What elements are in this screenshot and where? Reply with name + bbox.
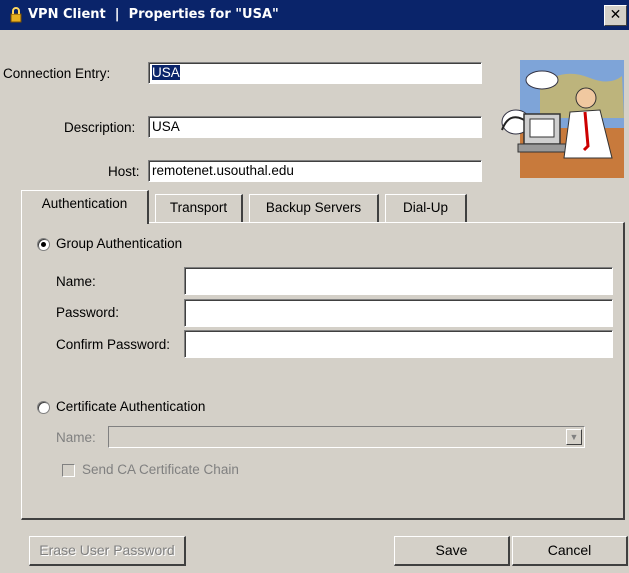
- save-button-label: Save: [435, 542, 468, 558]
- erase-button-label: Erase User Password: [39, 542, 175, 558]
- close-button[interactable]: ✕: [604, 5, 627, 26]
- connection-entry-label: Connection Entry:: [3, 66, 111, 81]
- vpn-properties-dialog: VPN Client | Properties for "USA" ✕ Conn…: [0, 0, 629, 573]
- window-title: VPN Client | Properties for "USA": [28, 7, 279, 22]
- tab-backup-servers[interactable]: Backup Servers: [249, 194, 379, 223]
- group-password-label: Password:: [56, 305, 120, 320]
- erase-user-password-button[interactable]: Erase User Password: [29, 536, 186, 566]
- radio-selected-dot: [41, 242, 46, 247]
- close-icon: ✕: [609, 7, 622, 23]
- lock-icon: [10, 7, 22, 23]
- tab-dial-up-label: Dial-Up: [402, 200, 448, 215]
- save-button[interactable]: Save: [394, 536, 510, 566]
- send-ca-chain-label: Send CA Certificate Chain: [82, 462, 239, 477]
- certificate-auth-radio[interactable]: [37, 401, 50, 414]
- tab-dial-up[interactable]: Dial-Up: [385, 194, 467, 223]
- host-value: remotenet.usouthal.edu: [152, 163, 294, 178]
- connection-entry-value: USA: [152, 65, 180, 80]
- connection-entry-input[interactable]: USA: [148, 62, 482, 84]
- chevron-down-icon[interactable]: ▼: [566, 429, 582, 445]
- tab-authentication[interactable]: Authentication: [21, 190, 149, 224]
- certificate-name-select[interactable]: ▼: [108, 426, 585, 448]
- tab-backup-servers-label: Backup Servers: [265, 200, 362, 215]
- group-name-input[interactable]: [184, 267, 613, 295]
- certificate-name-label: Name:: [56, 430, 96, 445]
- confirm-password-label: Confirm Password:: [56, 337, 171, 352]
- title-bar[interactable]: VPN Client | Properties for "USA" ✕: [0, 0, 629, 30]
- host-label: Host:: [108, 164, 140, 179]
- group-password-input[interactable]: [184, 299, 613, 327]
- send-ca-chain-checkbox[interactable]: [62, 464, 75, 477]
- tab-authentication-label: Authentication: [41, 196, 128, 211]
- certificate-auth-label: Certificate Authentication: [56, 399, 206, 414]
- cancel-button-label: Cancel: [547, 542, 592, 558]
- tab-transport-label: Transport: [169, 200, 228, 215]
- description-input[interactable]: USA: [148, 116, 482, 138]
- group-auth-label: Group Authentication: [56, 236, 183, 251]
- group-name-label: Name:: [56, 274, 96, 289]
- vpn-client-logo: [501, 60, 624, 178]
- group-auth-radio[interactable]: [37, 238, 50, 251]
- host-input[interactable]: remotenet.usouthal.edu: [148, 160, 482, 182]
- description-value: USA: [152, 119, 180, 134]
- description-label: Description:: [64, 120, 136, 135]
- confirm-password-input[interactable]: [184, 330, 613, 358]
- cancel-button[interactable]: Cancel: [512, 536, 628, 566]
- tab-transport[interactable]: Transport: [155, 194, 243, 223]
